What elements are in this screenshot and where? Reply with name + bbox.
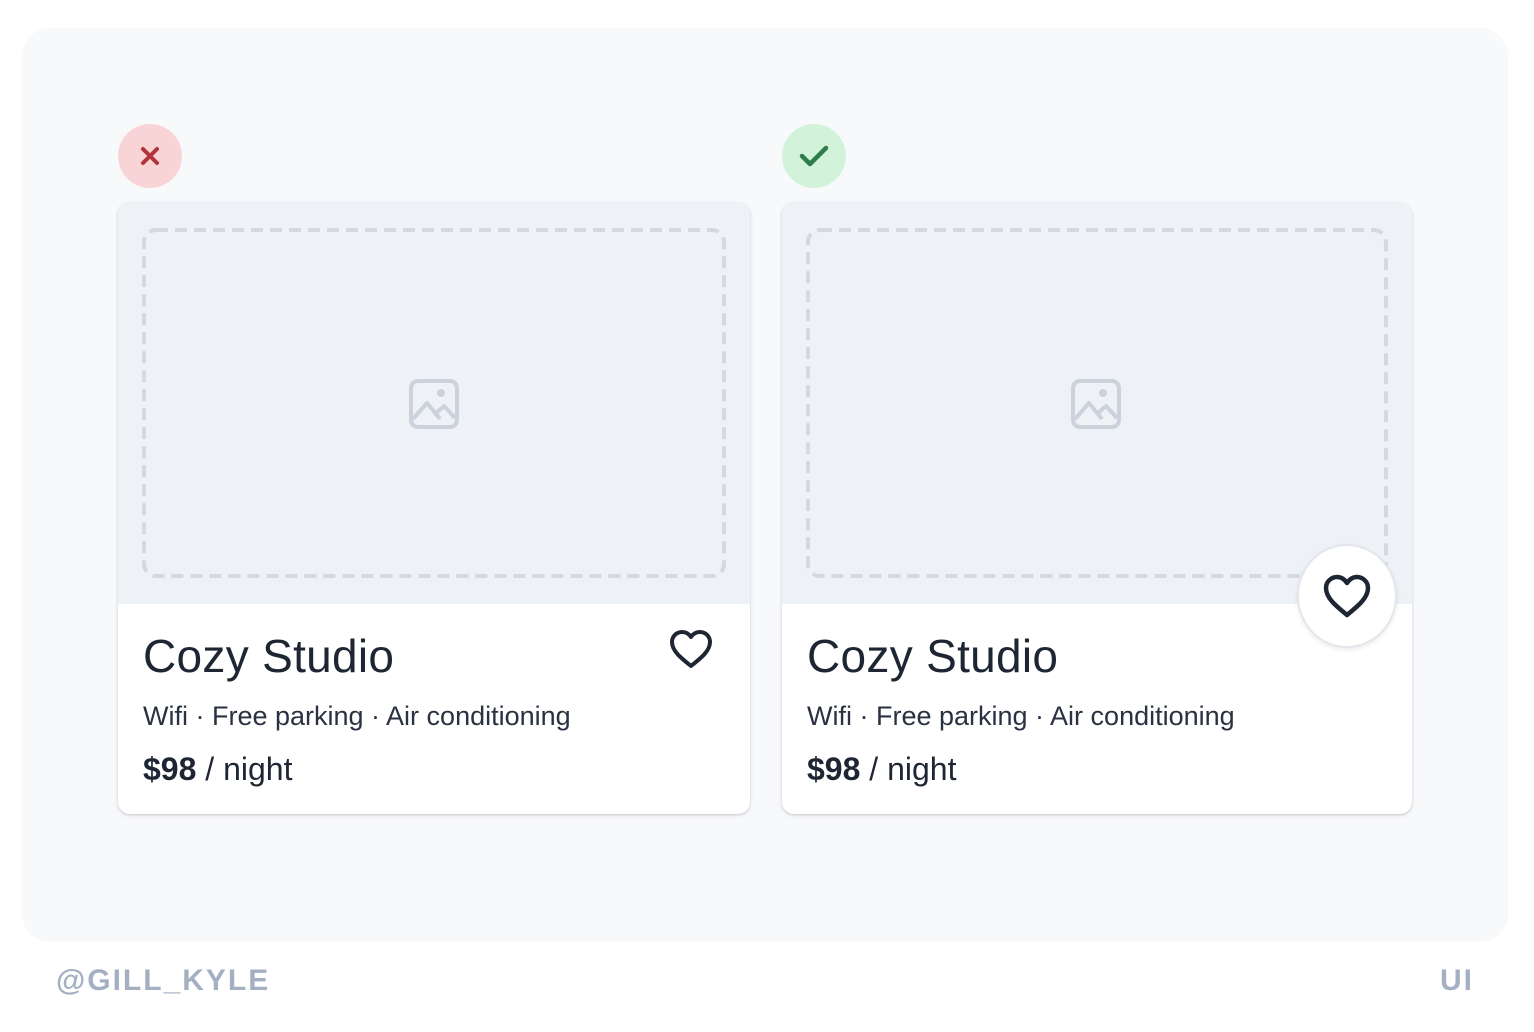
favorite-button[interactable] [1297,544,1397,648]
image-placeholder [118,202,750,604]
price-unit: / night [860,751,957,787]
x-mark-icon [141,147,159,165]
image-icon [409,379,459,429]
listing-price: $98 / night [143,750,292,788]
listing-card-good[interactable]: Cozy Studio Wifi · Free parking · Air co… [782,202,1412,814]
listing-price: $98 / night [807,750,956,788]
category-tag: UI [1440,964,1474,997]
incorrect-badge [118,124,182,188]
listing-amenities: Wifi · Free parking · Air conditioning [807,701,1235,731]
price-unit: / night [196,751,293,787]
correct-badge [782,124,846,188]
price-amount: $98 [143,751,197,787]
heart-icon[interactable] [668,628,714,670]
listing-amenities: Wifi · Free parking · Air conditioning [143,701,571,731]
image-icon [1071,379,1121,429]
price-amount: $98 [807,751,861,787]
heart-icon [1323,574,1371,618]
listing-card-bad[interactable]: Cozy Studio Wifi · Free parking · Air co… [118,202,750,814]
check-mark-icon [799,145,829,167]
author-handle: @GILL_KYLE [56,964,271,997]
image-placeholder [782,202,1412,604]
listing-title: Cozy Studio [143,630,395,682]
listing-title: Cozy Studio [807,630,1059,682]
